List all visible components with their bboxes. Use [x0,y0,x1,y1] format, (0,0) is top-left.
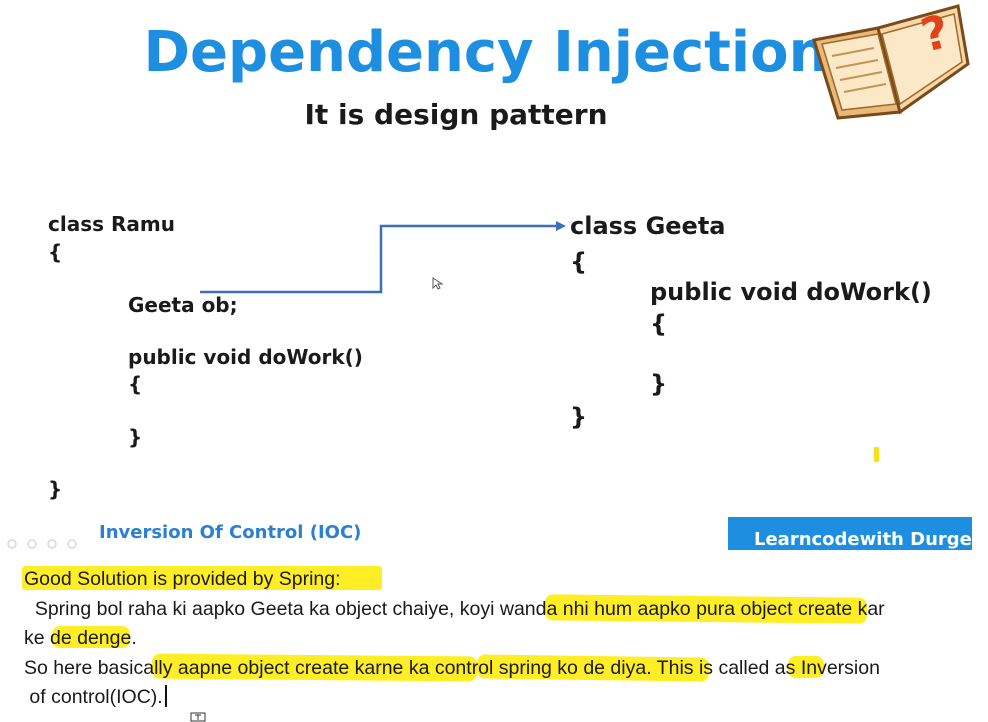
ramu-method-close: } [128,425,143,449]
ramu-method-open: { [128,372,143,396]
geeta-class-header: class Geeta [570,212,726,240]
ramu-open-brace: { [48,240,63,264]
ramu-class-header: class Ramu [48,212,175,236]
notes-line-1: Spring bol raha ki aapko Geeta ka object… [24,597,885,620]
mouse-pointer-icon [432,277,444,290]
slide-image: Dependency Injection It is design patter… [0,0,972,550]
notes-line-2: ke de denge. [24,627,137,649]
ramu-method: public void doWork() [128,345,363,369]
text-cursor [164,685,167,707]
geeta-method: public void doWork() [650,278,932,306]
ioc-label: Inversion Of Control (IOC) [99,522,362,543]
ramu-close-brace: } [48,477,63,501]
geeta-method-close: } [650,370,668,398]
paste-options-icon[interactable] [190,712,206,722]
notes-heading: Good Solution is provided by Spring: [24,568,341,590]
slide-nav-dots [7,539,77,549]
notes-line-3: So here basically aapne object create ka… [24,656,880,679]
highlight-mark [874,447,879,462]
geeta-method-open: { [650,310,668,338]
notes-text[interactable]: Good Solution is provided by Spring: Spr… [24,565,988,713]
geeta-close-brace: } [570,403,588,431]
brand-banner: Learncodewith Durges [728,517,972,550]
ramu-field: Geeta ob; [128,293,238,317]
dependency-arrow [200,221,566,294]
notes-line-4: of control(IOC). [24,683,988,713]
notes-line-4-text: of control(IOC). [24,686,163,708]
geeta-open-brace: { [570,248,588,276]
